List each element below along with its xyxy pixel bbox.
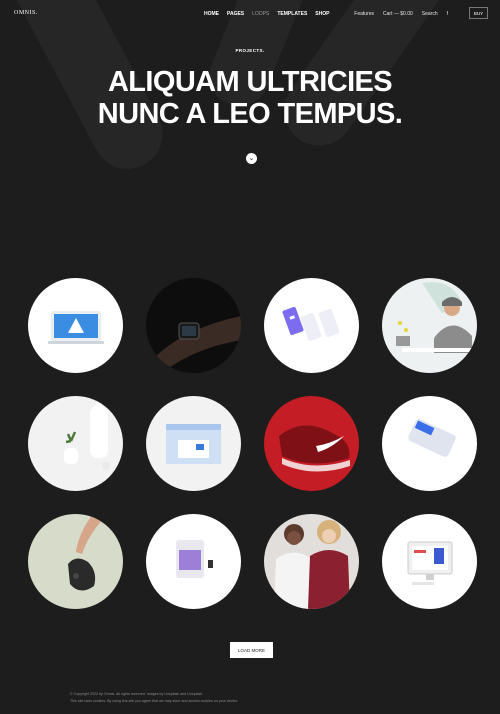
site-logo[interactable]: OMNIS. — [14, 10, 38, 16]
hero-background-shapes — [0, 0, 500, 260]
section-eyebrow: PROJECTS. — [235, 48, 265, 53]
cart-link[interactable]: Cart — $0.00 — [383, 11, 413, 17]
desktop-computer-thumbnail — [407, 541, 453, 585]
top-navigation: OMNIS. HOME PAGES LOOPS TEMPLATES SHOP F… — [0, 0, 500, 26]
facebook-icon[interactable]: f — [447, 11, 448, 17]
search-link[interactable]: Search — [422, 11, 438, 17]
project-item-10[interactable] — [146, 514, 241, 609]
two-women-thumbnail — [274, 520, 350, 609]
menu-item-shop[interactable]: SHOP — [315, 11, 329, 17]
project-item-12[interactable] — [382, 514, 477, 609]
project-item-1[interactable] — [28, 278, 123, 373]
buy-button[interactable]: BUY — [469, 7, 488, 19]
project-item-5[interactable] — [28, 396, 123, 491]
menu-item-pages[interactable]: PAGES — [227, 11, 244, 17]
menu-item-home[interactable]: HOME — [204, 11, 219, 17]
hero-title: ALIQUAM ULTRICIES NUNC A LEO TEMPUS. — [0, 66, 500, 130]
project-item-9[interactable] — [28, 514, 123, 609]
project-item-2[interactable] — [146, 278, 241, 373]
project-item-11[interactable] — [264, 514, 359, 609]
hero-title-line-2: NUNC A LEO TEMPUS. — [97, 98, 403, 130]
menu-item-templates[interactable]: TEMPLATES — [277, 11, 307, 17]
chevron-down-icon[interactable]: ⌄ — [246, 153, 257, 164]
footer-cookie-note: This site uses cookies. By using this si… — [70, 699, 239, 703]
project-item-3[interactable] — [264, 278, 359, 373]
hand-gamepad-thumbnail — [68, 514, 103, 591]
project-item-4[interactable] — [382, 278, 477, 373]
utility-links: Features Cart — $0.00 Search f — [354, 11, 448, 17]
web-template-thumbnail — [166, 424, 221, 464]
project-item-6[interactable] — [146, 396, 241, 491]
red-sneaker-thumbnail — [279, 425, 350, 472]
load-more-button[interactable]: LOAD MORE — [230, 642, 273, 658]
phone-app-thumbnail — [408, 419, 456, 457]
man-at-desk-thumbnail — [396, 282, 477, 353]
vase-plant-thumbnail — [64, 400, 110, 470]
features-link[interactable]: Features — [354, 11, 374, 17]
laptop-logo-thumbnail — [48, 311, 104, 344]
project-item-8[interactable] — [382, 396, 477, 491]
project-item-7[interactable] — [264, 396, 359, 491]
app-screens-thumbnail — [282, 306, 340, 342]
menu-item-loops[interactable]: LOOPS — [252, 11, 269, 17]
main-menu: HOME PAGES LOOPS TEMPLATES SHOP — [204, 11, 329, 17]
footer-copyright: © Copyright 2022 by Omnis. All rights re… — [70, 692, 204, 696]
smartwatch-wrist-thumbnail — [156, 316, 241, 370]
hero-title-line-1: ALIQUAM ULTRICIES — [107, 66, 393, 98]
tablet-mockup-thumbnail — [176, 540, 213, 578]
